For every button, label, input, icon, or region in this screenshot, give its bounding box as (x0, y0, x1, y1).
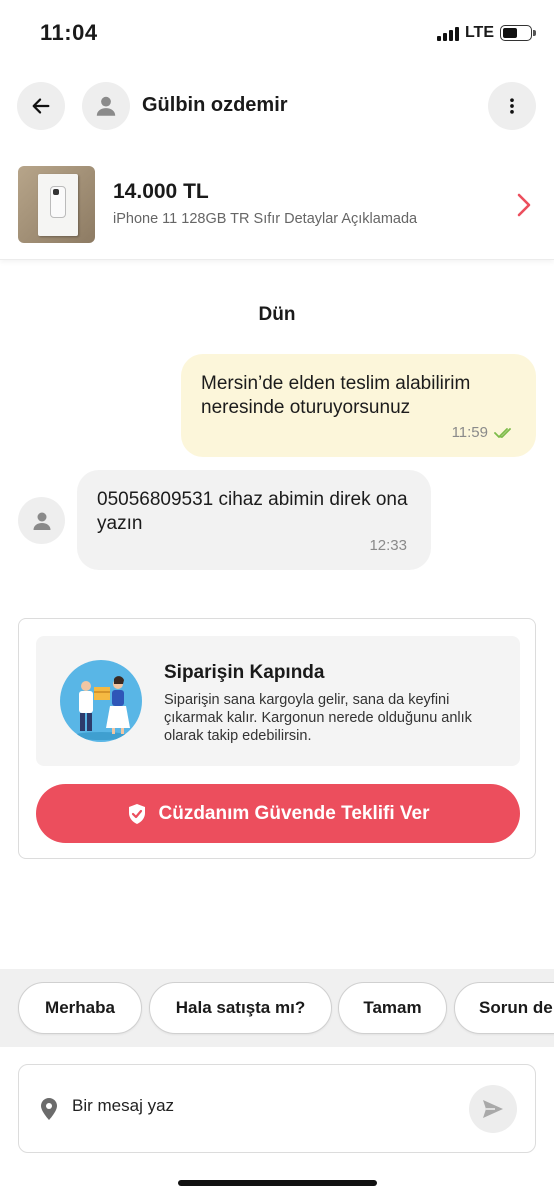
more-options-button[interactable] (488, 82, 536, 130)
shield-check-icon (128, 803, 145, 824)
user-icon (33, 512, 50, 530)
signal-icon (436, 25, 459, 41)
message-composer (18, 1064, 536, 1153)
status-bar: 11:04 LTE (0, 0, 554, 66)
quick-replies-bar: Merhaba Hala satışta mı? Tamam Sorun de (0, 969, 554, 1047)
chat-header: Gülbin ozdemir (0, 82, 554, 132)
order-title: Siparişin Kapında (164, 662, 325, 683)
quick-reply-chip[interactable]: Sorun de (454, 982, 554, 1034)
quick-reply-chip[interactable]: Merhaba (18, 982, 142, 1034)
product-price: 14.000 TL (113, 180, 209, 203)
order-description: Siparişin sana kargoyla gelir, sana da k… (164, 692, 472, 744)
message-meta: 12:33 (369, 537, 407, 554)
home-indicator (178, 1180, 377, 1186)
quick-reply-chip[interactable]: Tamam (338, 982, 447, 1034)
product-title: iPhone 11 128GB TR Sıfır Detaylar Açıkla… (113, 211, 418, 227)
message-text: Mersin’de elden teslim alabilirim neresi… (201, 373, 471, 418)
more-vertical-icon (510, 98, 514, 114)
send-button[interactable] (469, 1085, 517, 1133)
back-button[interactable] (17, 82, 65, 130)
message-outgoing[interactable]: Mersin’de elden teslim alabilirim neresi… (181, 354, 536, 457)
product-summary[interactable]: 14.000 TL iPhone 11 128GB TR Sıfır Detay… (0, 158, 554, 260)
date-separator: Dün (258, 304, 296, 325)
network-label: LTE (464, 24, 494, 41)
order-card: Siparişin Kapında Siparişin sana kargoyl… (18, 618, 536, 859)
message-time: 12:33 (369, 537, 407, 554)
message-input[interactable] (72, 1096, 452, 1116)
message-incoming[interactable]: 05056809531 cihaz abimin direk ona yazın… (77, 470, 431, 570)
order-info-panel: Siparişin Kapında Siparişin sana kargoyl… (36, 636, 520, 766)
arrow-left-icon (32, 98, 50, 114)
delivery-illustration (60, 660, 142, 742)
status-time: 11:04 (40, 20, 98, 45)
make-offer-label: Cüzdanım Güvende Teklifi Ver (158, 802, 430, 824)
product-thumbnail (18, 166, 95, 243)
contact-avatar[interactable] (82, 82, 130, 130)
message-time: 11:59 (451, 424, 488, 441)
sender-avatar (18, 497, 65, 544)
double-check-icon (494, 427, 511, 438)
make-offer-button[interactable]: Cüzdanım Güvende Teklifi Ver (36, 784, 520, 843)
status-indicators: LTE (436, 24, 536, 42)
user-icon (96, 96, 116, 116)
message-meta: 11:59 (452, 424, 514, 441)
location-pin-icon[interactable] (39, 1097, 59, 1126)
battery-icon (500, 25, 536, 41)
chevron-right-icon[interactable] (516, 192, 532, 223)
send-icon (483, 1100, 503, 1118)
message-text: 05056809531 cihaz abimin direk ona yazın (97, 489, 408, 534)
contact-name[interactable]: Gülbin ozdemir (142, 94, 288, 117)
quick-reply-chip[interactable]: Hala satışta mı? (149, 982, 332, 1034)
